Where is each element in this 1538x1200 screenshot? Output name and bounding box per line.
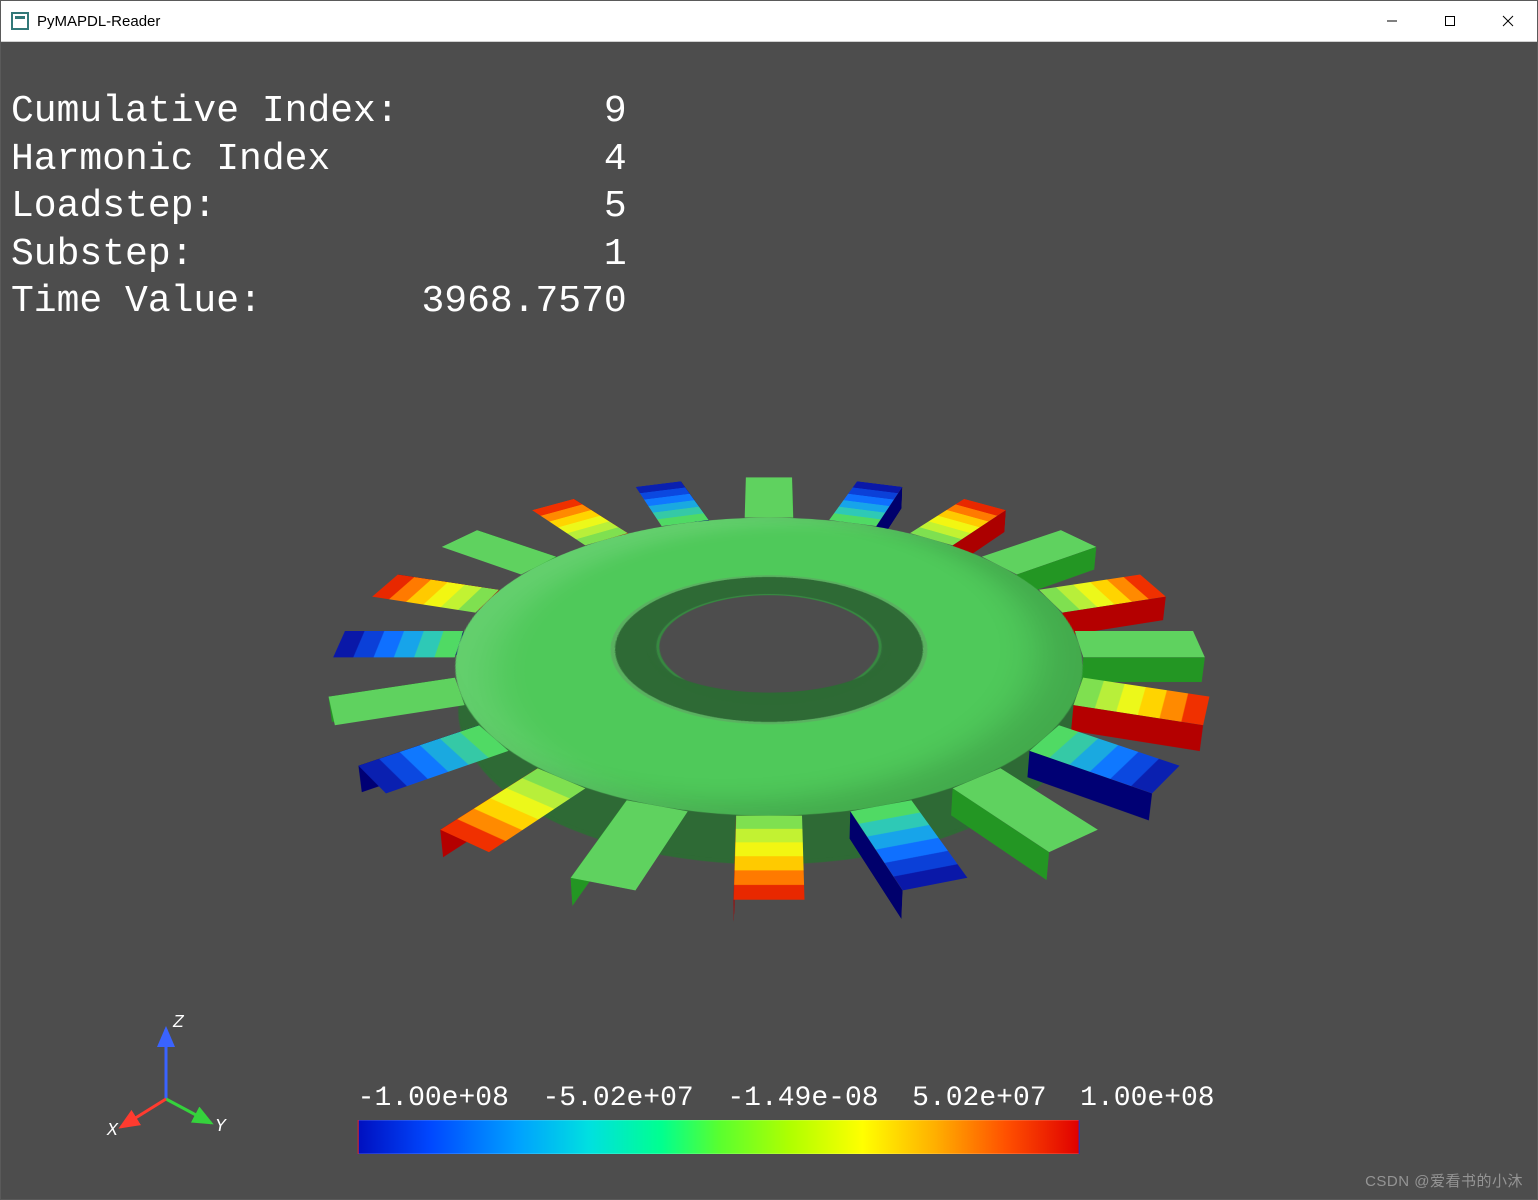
axis-label-x: X [106,1121,119,1139]
blade [333,631,463,657]
window-title: PyMAPDL-Reader [37,13,160,30]
maximize-button[interactable] [1421,1,1479,41]
blade [372,574,499,612]
render-viewport[interactable]: Cumulative Index: 9 Harmonic Index 4 Loa… [1,42,1537,1199]
blade [636,481,709,526]
blade [358,725,508,793]
axis-triad: Z Y X [101,1009,231,1139]
blade [829,481,902,526]
close-button[interactable] [1479,1,1537,41]
blade [440,768,585,852]
blade [850,800,967,890]
minimize-button[interactable] [1363,1,1421,41]
disc [403,517,1134,815]
app-icon [11,12,29,30]
axis-label-z: Z [172,1013,185,1033]
colorbar-gradient [358,1120,1080,1154]
blade [1073,677,1209,725]
blade [734,815,805,899]
blade [953,768,1098,852]
blade [745,477,794,517]
axis-label-y: Y [215,1117,227,1137]
blade [1075,631,1205,657]
blade [328,677,464,725]
colorbar-tick-labels: -1.00e+08 -5.02e+07 -1.49e-08 5.02e+07 1… [358,1083,1215,1114]
titlebar[interactable]: PyMAPDL-Reader [1,1,1537,42]
info-overlay: Cumulative Index: 9 Harmonic Index 4 Loa… [11,88,627,326]
fe-model[interactable] [403,517,1134,815]
watermark: CSDN @爱看书的小沐 [1365,1170,1523,1191]
app-window: PyMAPDL-Reader Cumulative Index: 9 Harmo… [0,0,1538,1200]
colorbar: -1.00e+08 -5.02e+07 -1.49e-08 5.02e+07 1… [358,1083,1215,1154]
blade [1039,574,1166,612]
model-wrap [459,334,1079,954]
